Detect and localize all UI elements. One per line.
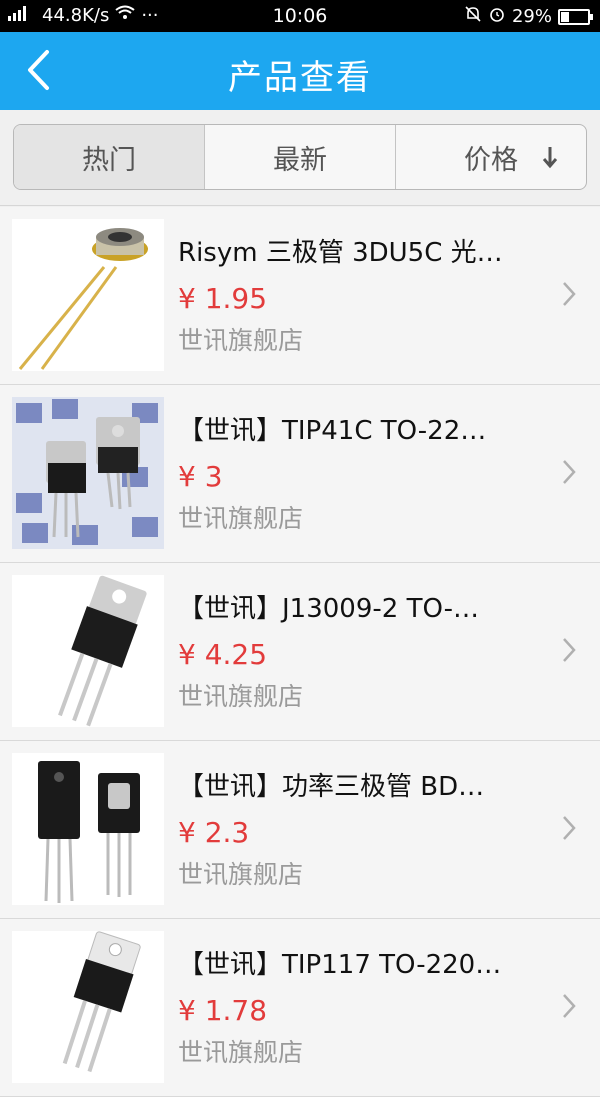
chevron-right-icon — [562, 459, 576, 489]
product-name: 【世讯】功率三极管 BD… — [178, 772, 485, 802]
sort-bar: 热门 最新 价格 — [0, 110, 600, 206]
chevron-right-icon — [562, 281, 576, 311]
product-item[interactable]: 【世讯】TIP117 TO-220… ¥ 1.78 世讯旗舰店 — [0, 919, 600, 1097]
product-image — [12, 397, 164, 549]
product-item[interactable]: 【世讯】J13009-2 TO-… ¥ 4.25 世讯旗舰店 — [0, 563, 600, 741]
battery-percent: 29% — [511, 6, 552, 27]
page-title: 产品查看 — [228, 58, 372, 98]
product-item[interactable]: 【世讯】TIP41C TO-22… ¥ 3 世讯旗舰店 — [0, 385, 600, 563]
product-image — [12, 753, 164, 905]
product-name: Risym 三极管 3DU5C 光… — [178, 238, 503, 268]
sort-tabs: 热门 最新 价格 — [13, 124, 587, 190]
tab-price[interactable]: 价格 — [396, 125, 586, 189]
chevron-right-icon — [562, 637, 576, 667]
alarm-icon — [488, 5, 506, 28]
chevron-right-icon — [562, 815, 576, 845]
chevron-right-icon — [562, 993, 576, 1023]
product-item[interactable]: Risym 三极管 3DU5C 光… ¥ 1.95 世讯旗舰店 — [0, 207, 600, 385]
product-name: 【世讯】J13009-2 TO-… — [178, 594, 480, 624]
product-price: ¥ 3 — [178, 460, 223, 493]
tab-label: 价格 — [464, 144, 518, 176]
tab-newest[interactable]: 最新 — [205, 125, 396, 189]
tab-label: 最新 — [273, 144, 327, 176]
product-image — [12, 219, 164, 371]
product-price: ¥ 1.95 — [178, 282, 268, 315]
product-name: 【世讯】TIP41C TO-22… — [178, 416, 487, 446]
shop-name: 世讯旗舰店 — [178, 1038, 304, 1067]
product-name: 【世讯】TIP117 TO-220… — [178, 950, 502, 980]
shop-name: 世讯旗舰店 — [178, 326, 304, 355]
mute-icon — [464, 5, 482, 28]
product-price: ¥ 4.25 — [178, 638, 268, 671]
product-price: ¥ 1.78 — [178, 994, 268, 1027]
status-bar: 44.8K/s ··· 10:06 29% — [0, 0, 600, 32]
product-image — [12, 575, 164, 727]
shop-name: 世讯旗舰店 — [178, 504, 304, 533]
arrow-down-icon — [542, 145, 558, 176]
app-header: 产品查看 — [0, 32, 600, 110]
battery-icon — [558, 8, 593, 25]
tab-label: 热门 — [82, 144, 136, 176]
product-list: Risym 三极管 3DU5C 光… ¥ 1.95 世讯旗舰店 【世讯】TIP4… — [0, 207, 600, 1097]
shop-name: 世讯旗舰店 — [178, 682, 304, 711]
shop-name: 世讯旗舰店 — [178, 860, 304, 889]
tab-hot[interactable]: 热门 — [14, 125, 205, 189]
product-image — [12, 931, 164, 1083]
product-item[interactable]: 【世讯】功率三极管 BD… ¥ 2.3 世讯旗舰店 — [0, 741, 600, 919]
product-price: ¥ 2.3 — [178, 816, 250, 849]
